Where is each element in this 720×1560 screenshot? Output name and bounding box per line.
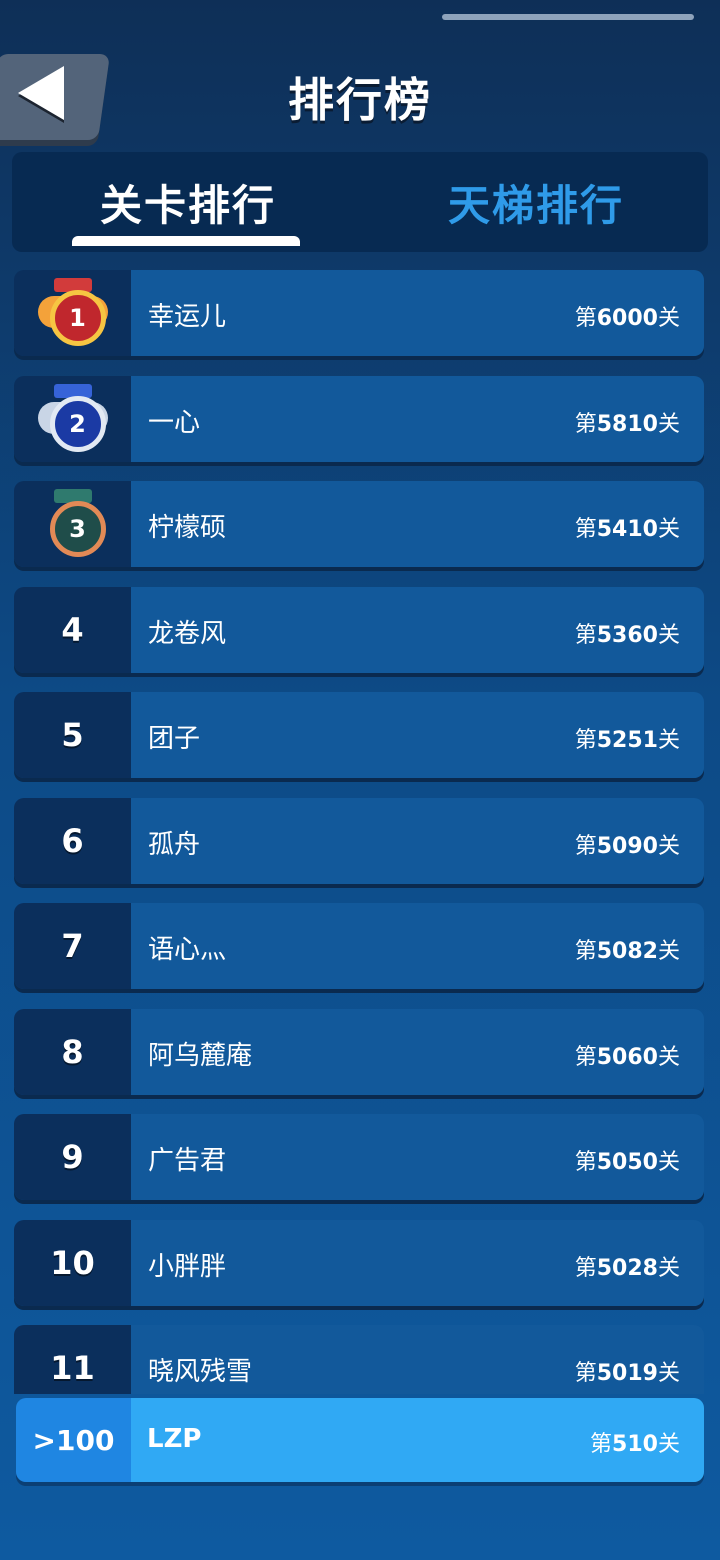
player-name: 广告君 [148, 1146, 227, 1176]
rank-cell: 8 [14, 1009, 131, 1095]
rank-cell: 1 [14, 270, 131, 356]
level-reached: 第5410关 [574, 517, 680, 542]
rank-cell: 5 [14, 692, 131, 778]
rank-number: 11 [50, 1349, 95, 1387]
level-reached: 第5028关 [574, 1256, 680, 1281]
ranking-row: 5 团子 第5251关 [14, 692, 704, 778]
player-name: 一心 [148, 408, 201, 438]
bronze-medal-icon: 3 [38, 489, 108, 559]
active-tab-indicator [72, 236, 300, 246]
level-reached: 第5019关 [574, 1361, 680, 1386]
level-reached: 第5050关 [574, 1150, 680, 1175]
rank-cell: 3 [14, 481, 131, 567]
player-name: 语心灬 [148, 935, 227, 965]
rank-number: 5 [61, 716, 84, 754]
tab-ladder-ranking[interactable]: 天梯排行 [448, 172, 624, 233]
rank-number: 9 [61, 1138, 84, 1176]
level-reached: 第6000关 [574, 306, 680, 331]
rank-number: 4 [61, 611, 84, 649]
rank-cell: 7 [14, 903, 131, 989]
rank-cell: 11 [14, 1325, 131, 1394]
gold-medal-icon: 1 [37, 278, 108, 348]
ranking-row: 1 幸运儿 第6000关 [14, 270, 704, 356]
ranking-row: 11 晓风残雪 第5019关 [14, 1325, 704, 1394]
player-name: 柠檬硕 [148, 513, 227, 543]
rank-cell: 2 [14, 376, 131, 462]
player-name: 团子 [148, 724, 201, 754]
rank-cell: 6 [14, 798, 131, 884]
silver-medal-icon: 2 [37, 384, 108, 454]
my-level-reached: 第510关 [590, 1432, 680, 1457]
medal-rank-number: 3 [49, 501, 106, 557]
level-reached: 第5360关 [574, 623, 680, 648]
rank-number: 6 [61, 822, 84, 860]
ranking-row: 4 龙卷风 第5360关 [14, 587, 704, 673]
level-reached: 第5090关 [574, 834, 680, 859]
my-player-name: LZP [147, 1424, 202, 1454]
medal-rank-number: 2 [49, 396, 106, 452]
my-ranking-row: >100 LZP 第510关 [16, 1398, 704, 1482]
level-reached: 第5082关 [574, 939, 680, 964]
rank-number: 8 [61, 1033, 84, 1071]
ranking-row: 7 语心灬 第5082关 [14, 903, 704, 989]
ranking-row: 6 孤舟 第5090关 [14, 798, 704, 884]
level-reached: 第5251关 [574, 728, 680, 753]
rank-cell: 10 [14, 1220, 131, 1306]
ranking-row: 10 小胖胖 第5028关 [14, 1220, 704, 1306]
rank-number: 10 [50, 1244, 95, 1282]
ranking-row: 3 柠檬硕 第5410关 [14, 481, 704, 567]
player-name: 幸运儿 [148, 302, 227, 332]
ranking-row: 9 广告君 第5050关 [14, 1114, 704, 1200]
my-rank: >100 [16, 1398, 131, 1482]
medal-rank-number: 1 [49, 290, 106, 346]
rank-number: 7 [61, 927, 84, 965]
tab-level-ranking[interactable]: 关卡排行 [100, 172, 276, 233]
home-indicator [442, 14, 694, 20]
rank-cell: 9 [14, 1114, 131, 1200]
level-reached: 第5060关 [574, 1045, 680, 1070]
player-name: 阿乌麓庵 [148, 1041, 253, 1071]
ranking-row: 8 阿乌麓庵 第5060关 [14, 1009, 704, 1095]
ranking-list[interactable]: 1 幸运儿 第6000关 2 一心 第5810关 3 柠檬硕 第5410关 4 … [14, 270, 706, 1394]
level-reached: 第5810关 [574, 412, 680, 437]
ranking-row: 2 一心 第5810关 [14, 376, 704, 462]
player-name: 龙卷风 [148, 619, 227, 649]
player-name: 孤舟 [148, 830, 201, 860]
rank-cell: 4 [14, 587, 131, 673]
player-name: 晓风残雪 [148, 1357, 253, 1387]
page-title: 排行榜 [288, 73, 432, 127]
tab-bar: 关卡排行 天梯排行 [12, 152, 708, 252]
player-name: 小胖胖 [148, 1252, 227, 1282]
